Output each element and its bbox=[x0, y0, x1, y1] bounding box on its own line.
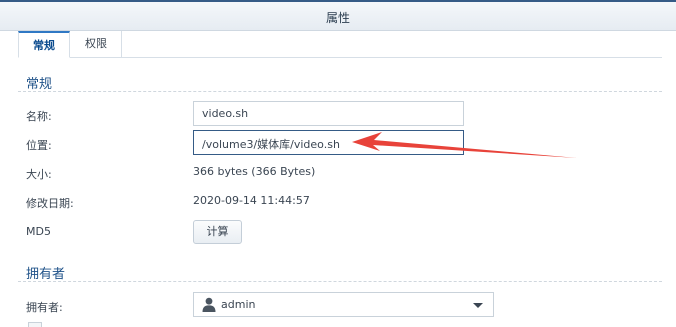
modified-date-label: 修改日期: bbox=[26, 197, 74, 210]
window-titlebar: 属性 bbox=[0, 0, 676, 31]
tab-permissions[interactable]: 权限 bbox=[71, 31, 122, 58]
md5-label: MD5 bbox=[26, 225, 51, 238]
tab-general[interactable]: 常规 bbox=[18, 31, 70, 58]
checkbox-partial[interactable] bbox=[28, 322, 42, 327]
tab-bar: 常规 权限 bbox=[18, 31, 662, 58]
modified-date-value: 2020-09-14 11:44:57 bbox=[193, 194, 310, 207]
section-general: 常规 bbox=[18, 70, 662, 92]
section-general-title: 常规 bbox=[26, 77, 53, 92]
compute-md5-button[interactable]: 计算 bbox=[193, 220, 242, 244]
name-label: 名称: bbox=[26, 110, 52, 123]
location-label: 位置: bbox=[26, 139, 52, 152]
user-icon bbox=[202, 297, 216, 312]
location-field[interactable]: /volume3/媒体库/video.sh bbox=[193, 130, 464, 155]
section-owner-title: 拥有者 bbox=[26, 267, 66, 282]
chevron-down-icon[interactable] bbox=[473, 303, 483, 308]
section-owner: 拥有者 bbox=[18, 260, 662, 282]
owner-label: 拥有者: bbox=[26, 301, 63, 314]
owner-select-value: admin bbox=[221, 298, 256, 311]
window-title: 属性 bbox=[325, 11, 350, 25]
name-field[interactable]: video.sh bbox=[193, 101, 464, 126]
size-value: 366 bytes (366 Bytes) bbox=[193, 165, 316, 178]
size-label: 大小: bbox=[26, 168, 52, 181]
owner-select[interactable]: admin bbox=[193, 292, 494, 317]
